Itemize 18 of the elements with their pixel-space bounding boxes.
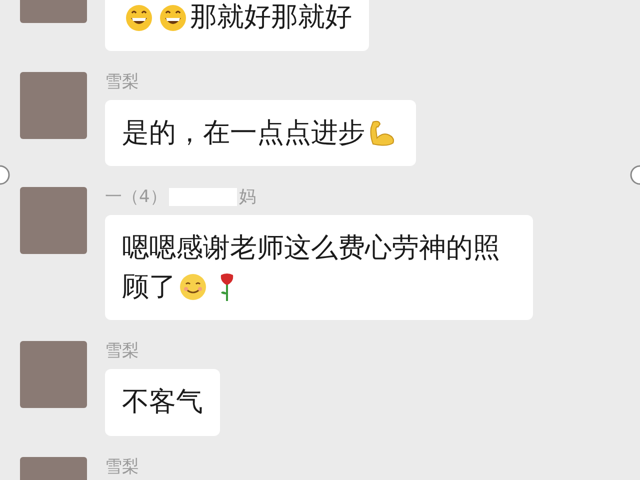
sender-name: 雪梨 bbox=[105, 457, 139, 478]
message-bubble: 不客气 bbox=[105, 369, 220, 436]
sender-name: 一（4） bbox=[105, 187, 167, 208]
grinning-face-icon bbox=[124, 2, 154, 33]
sender-name: 雪梨 bbox=[105, 341, 139, 362]
edge-handle-icon[interactable] bbox=[629, 165, 640, 185]
sender-name: 雪梨 bbox=[105, 72, 139, 92]
smiling-face-icon bbox=[178, 272, 208, 302]
message-bubble: 是的，在一点点进步 bbox=[105, 100, 416, 166]
avatar-photo-placeholder[interactable] bbox=[20, 72, 87, 139]
sender-name: 妈 bbox=[238, 187, 256, 208]
avatar-photo-placeholder[interactable] bbox=[20, 341, 87, 408]
edge-handle-icon[interactable] bbox=[0, 165, 11, 185]
grinning-face-icon bbox=[158, 2, 188, 33]
flexed-arm-icon bbox=[367, 118, 397, 148]
avatar-photo-placeholder[interactable] bbox=[20, 187, 87, 254]
message-bubble: 那就好那就好 bbox=[105, 0, 369, 51]
message-bubble: 嗯嗯感谢老师这么费心劳神的照顾了 bbox=[105, 215, 533, 320]
